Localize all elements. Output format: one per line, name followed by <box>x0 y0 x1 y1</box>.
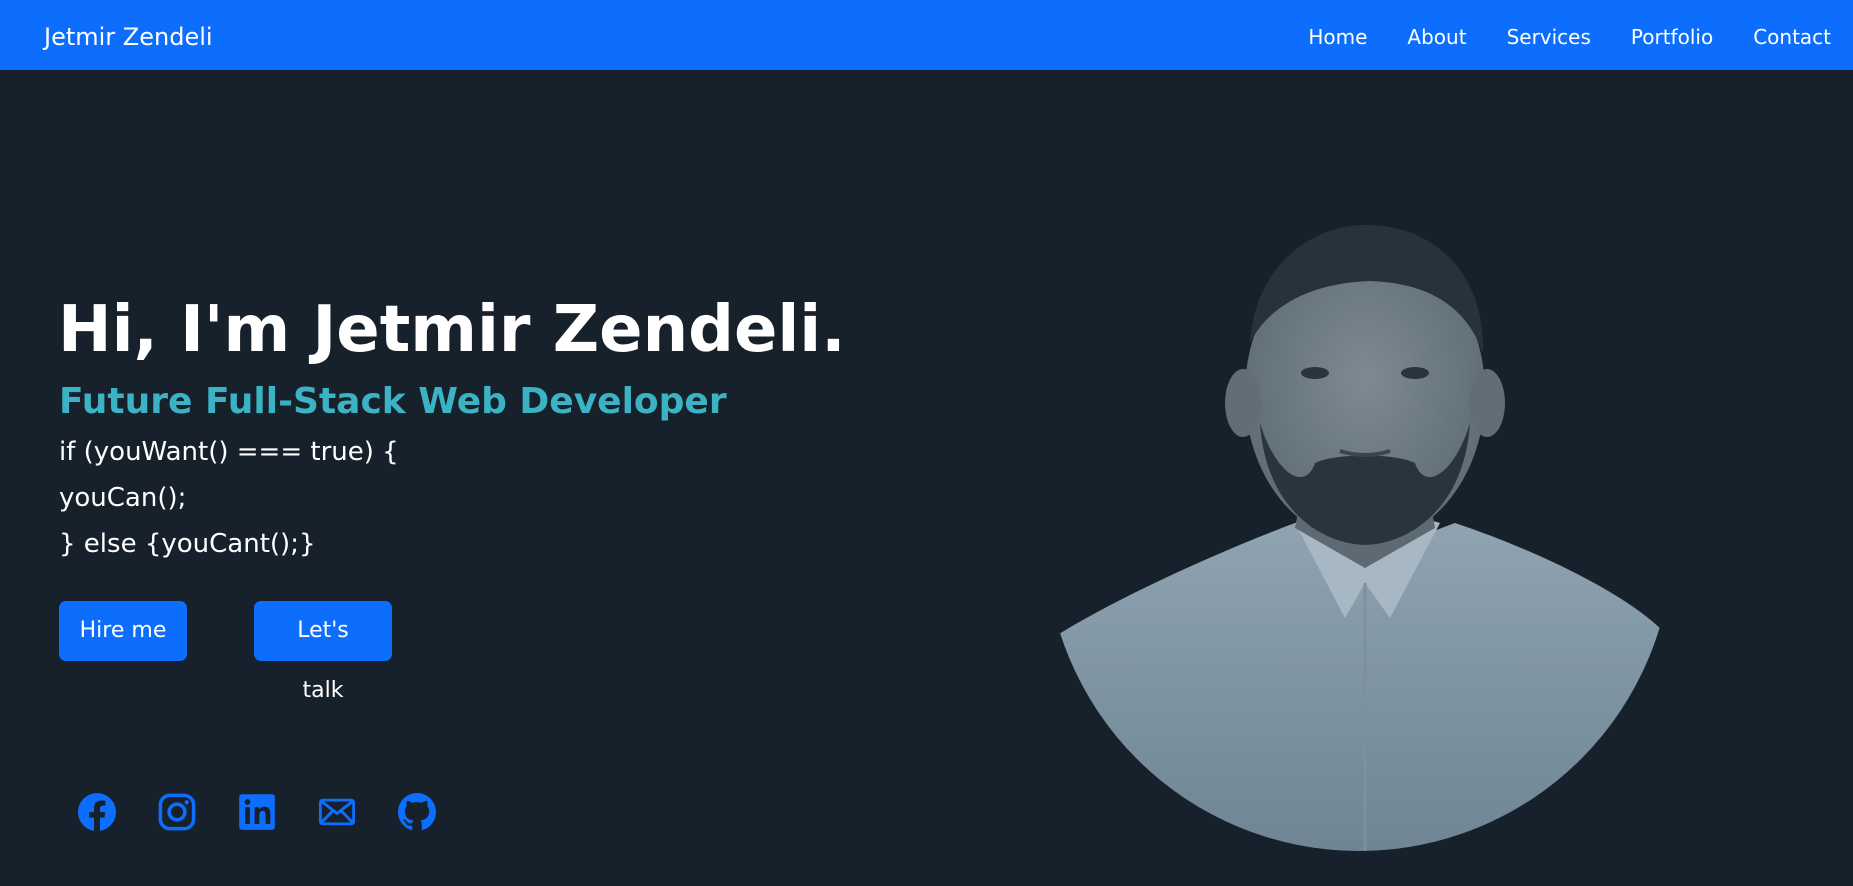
brand-logo[interactable]: Jetmir Zendeli <box>44 22 213 52</box>
lets-talk-button[interactable]: Let's talk <box>254 601 392 703</box>
nav-link-portfolio[interactable]: Portfolio <box>1631 24 1713 50</box>
github-icon[interactable] <box>398 793 436 831</box>
linkedin-icon[interactable] <box>238 793 276 831</box>
hero-subtitle: Future Full-Stack Web Developer <box>59 381 727 422</box>
hire-me-button[interactable]: Hire me <box>59 601 187 661</box>
code-line-3: } else {youCant();} <box>59 529 316 559</box>
code-line-2: youCan(); <box>59 483 187 513</box>
nav-link-services[interactable]: Services <box>1507 24 1591 50</box>
nav-link-about[interactable]: About <box>1407 24 1466 50</box>
hero-section: Hi, I'm Jetmir Zendeli. Future Full-Stac… <box>0 70 1853 886</box>
social-links <box>78 793 478 831</box>
instagram-icon[interactable] <box>158 793 196 831</box>
facebook-icon[interactable] <box>78 793 116 831</box>
profile-photo <box>1045 223 1673 851</box>
nav-link-contact[interactable]: Contact <box>1753 24 1831 50</box>
navbar: Jetmir Zendeli Home About Services Portf… <box>0 0 1853 70</box>
hero-title: Hi, I'm Jetmir Zendeli. <box>58 293 846 367</box>
code-line-1: if (youWant() === true) { <box>59 437 399 467</box>
nav-links: Home About Services Portfolio Contact <box>1268 24 1831 50</box>
nav-link-home[interactable]: Home <box>1308 24 1367 50</box>
mail-icon[interactable] <box>318 793 356 831</box>
